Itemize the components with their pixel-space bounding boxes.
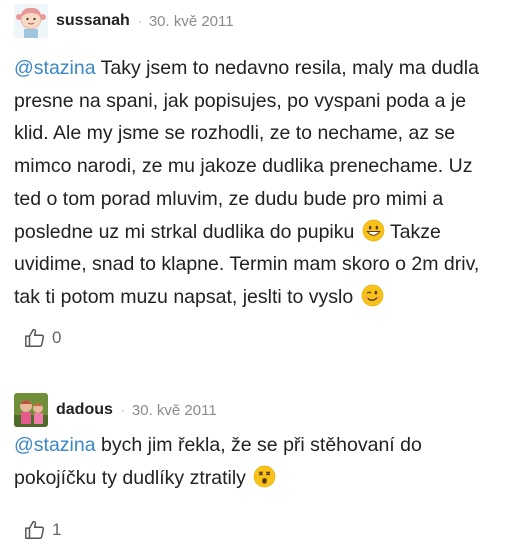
thumbs-up-icon[interactable] bbox=[24, 519, 46, 541]
mention-link[interactable]: @stazina bbox=[14, 57, 96, 79]
like-count: 1 bbox=[52, 520, 62, 539]
separator-dot: · bbox=[120, 403, 125, 417]
comment-date: 30. kvě 2011 bbox=[148, 12, 234, 30]
comment-2: dadous · 30. kvě 2011 @stazina bych jim … bbox=[0, 366, 528, 554]
thumbs-up-icon[interactable] bbox=[24, 327, 46, 349]
like-button[interactable]: 0 bbox=[24, 327, 61, 349]
like-count: 0 bbox=[52, 328, 62, 347]
author-name[interactable]: sussanah bbox=[56, 12, 130, 30]
mention-link[interactable]: @stazina bbox=[14, 434, 96, 456]
avatar[interactable] bbox=[14, 393, 48, 427]
dizzy-face-icon bbox=[254, 465, 276, 488]
comment-text: @stazina bych jim řekla, že se při stěho… bbox=[14, 434, 422, 489]
author-name[interactable]: dadous bbox=[56, 401, 113, 419]
grinning-face-icon bbox=[362, 219, 385, 241]
winking-face-icon bbox=[361, 284, 383, 307]
separator-dot: · bbox=[137, 14, 142, 28]
comment-header: sussanah · 30. kvě 2011 bbox=[14, 4, 234, 38]
avatar[interactable] bbox=[14, 4, 48, 38]
comment-text: @stazina Taky jsem to nedavno resila, ma… bbox=[14, 57, 480, 308]
comment-date: 30. kvě 2011 bbox=[131, 401, 217, 419]
comment-1: sussanah · 30. kvě 2011 @stazina Taky js… bbox=[0, 0, 528, 366]
comment-header: dadous · 30. kvě 2011 bbox=[14, 393, 217, 427]
like-button[interactable]: 1 bbox=[24, 519, 61, 541]
